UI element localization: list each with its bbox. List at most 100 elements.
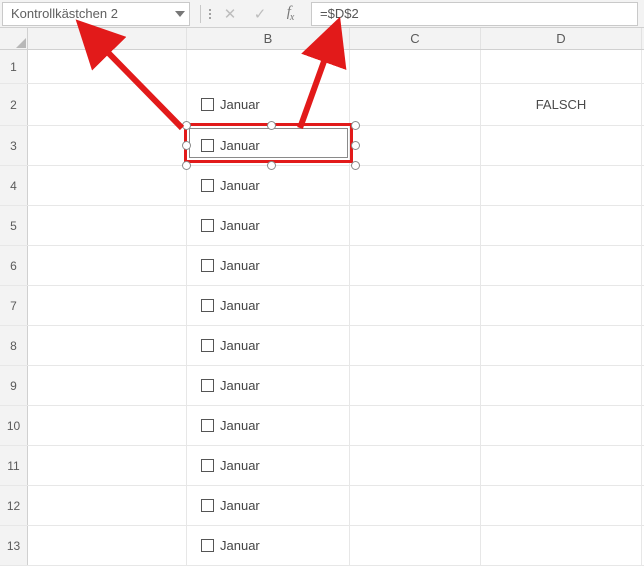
cell[interactable]	[28, 406, 187, 445]
cell[interactable]	[28, 246, 187, 285]
cell[interactable]	[350, 84, 481, 125]
checkbox-control[interactable]: Januar	[193, 218, 260, 233]
cell[interactable]	[28, 366, 187, 405]
cell[interactable]	[350, 286, 481, 325]
cell[interactable]	[350, 326, 481, 365]
cell[interactable]	[350, 50, 481, 83]
row-header[interactable]: 2	[0, 84, 28, 125]
cell[interactable]: Januar	[187, 84, 350, 125]
row-header[interactable]: 11	[0, 446, 28, 485]
checkbox-box[interactable]	[201, 539, 214, 552]
cell[interactable]: Januar	[187, 206, 350, 245]
checkbox-box[interactable]	[201, 419, 214, 432]
cell[interactable]: Januar	[187, 366, 350, 405]
checkbox-control[interactable]: Januar	[193, 298, 260, 313]
cell[interactable]	[481, 166, 642, 205]
name-box[interactable]: Kontrollkästchen 2	[2, 2, 190, 26]
row-header[interactable]: 10	[0, 406, 28, 445]
checkbox-control[interactable]: Januar	[193, 418, 260, 433]
row-header[interactable]: 4	[0, 166, 28, 205]
checkbox-box[interactable]	[201, 299, 214, 312]
cell[interactable]	[481, 126, 642, 165]
cell[interactable]: Januar	[187, 166, 350, 205]
row-header[interactable]: 13	[0, 526, 28, 565]
cell[interactable]	[28, 166, 187, 205]
checkbox-control[interactable]: Januar	[193, 97, 260, 112]
checkbox-box[interactable]	[201, 139, 214, 152]
insert-function-button[interactable]: fx	[277, 3, 303, 25]
cell[interactable]: FALSCH	[481, 84, 642, 125]
cell[interactable]	[481, 366, 642, 405]
column-header-d[interactable]: D	[481, 28, 642, 49]
worksheet-grid[interactable]: 12 Januar FALSCH 3 Januar 4 Januar 5 Januar 6 Janu…	[0, 50, 644, 566]
cell[interactable]	[350, 526, 481, 565]
cell[interactable]	[28, 84, 187, 125]
cell[interactable]	[28, 286, 187, 325]
cell[interactable]: Januar	[187, 486, 350, 525]
more-icon[interactable]	[205, 5, 215, 23]
cell[interactable]	[187, 50, 350, 83]
row-header[interactable]: 3	[0, 126, 28, 165]
cell[interactable]	[350, 446, 481, 485]
row-header[interactable]: 7	[0, 286, 28, 325]
checkbox-box[interactable]	[201, 379, 214, 392]
cell[interactable]	[481, 326, 642, 365]
checkbox-box[interactable]	[201, 459, 214, 472]
cell[interactable]	[350, 486, 481, 525]
cell[interactable]	[481, 246, 642, 285]
checkbox-control[interactable]: Januar	[193, 338, 260, 353]
cell[interactable]	[350, 126, 481, 165]
cell[interactable]	[481, 50, 642, 83]
cell[interactable]	[28, 446, 187, 485]
cell[interactable]	[28, 126, 187, 165]
checkbox-control[interactable]: Januar	[193, 258, 260, 273]
row-header[interactable]: 9	[0, 366, 28, 405]
row-header[interactable]: 12	[0, 486, 28, 525]
cell[interactable]	[350, 406, 481, 445]
chevron-down-icon[interactable]	[175, 11, 185, 17]
cell[interactable]	[481, 446, 642, 485]
cell[interactable]: Januar	[187, 326, 350, 365]
checkbox-box[interactable]	[201, 219, 214, 232]
cell[interactable]	[28, 206, 187, 245]
row-header[interactable]: 5	[0, 206, 28, 245]
checkbox-control[interactable]: Januar	[193, 178, 260, 193]
checkbox-box[interactable]	[201, 499, 214, 512]
cell[interactable]: Januar	[187, 246, 350, 285]
cell[interactable]	[481, 526, 642, 565]
cancel-entry-button[interactable]: ✕	[217, 3, 243, 25]
checkbox-box[interactable]	[201, 259, 214, 272]
cell[interactable]	[28, 486, 187, 525]
checkbox-control[interactable]: Januar	[193, 378, 260, 393]
checkbox-box[interactable]	[201, 98, 214, 111]
cell[interactable]	[481, 406, 642, 445]
cell[interactable]	[350, 166, 481, 205]
cell[interactable]: Januar	[187, 286, 350, 325]
cell[interactable]	[28, 326, 187, 365]
checkbox-control[interactable]: Januar	[193, 458, 260, 473]
cell[interactable]: Januar	[187, 126, 350, 165]
column-header-a[interactable]: A	[28, 28, 187, 49]
cell[interactable]: Januar	[187, 406, 350, 445]
row-header[interactable]: 1	[0, 50, 28, 83]
cell[interactable]	[28, 526, 187, 565]
row-header[interactable]: 8	[0, 326, 28, 365]
formula-bar-input[interactable]: =$D$2	[311, 2, 638, 26]
confirm-entry-button[interactable]: ✓	[247, 3, 273, 25]
cell[interactable]: Januar	[187, 526, 350, 565]
row-header[interactable]: 6	[0, 246, 28, 285]
checkbox-control[interactable]: Januar	[193, 498, 260, 513]
select-all-triangle[interactable]	[0, 28, 28, 49]
cell[interactable]	[350, 246, 481, 285]
cell[interactable]: Januar	[187, 446, 350, 485]
cell[interactable]	[350, 366, 481, 405]
cell[interactable]	[481, 286, 642, 325]
cell[interactable]	[28, 50, 187, 83]
checkbox-box[interactable]	[201, 179, 214, 192]
checkbox-control[interactable]: Januar	[193, 538, 260, 553]
column-header-b[interactable]: B	[187, 28, 350, 49]
column-header-c[interactable]: C	[350, 28, 481, 49]
cell[interactable]	[350, 206, 481, 245]
cell[interactable]	[481, 486, 642, 525]
checkbox-box[interactable]	[201, 339, 214, 352]
